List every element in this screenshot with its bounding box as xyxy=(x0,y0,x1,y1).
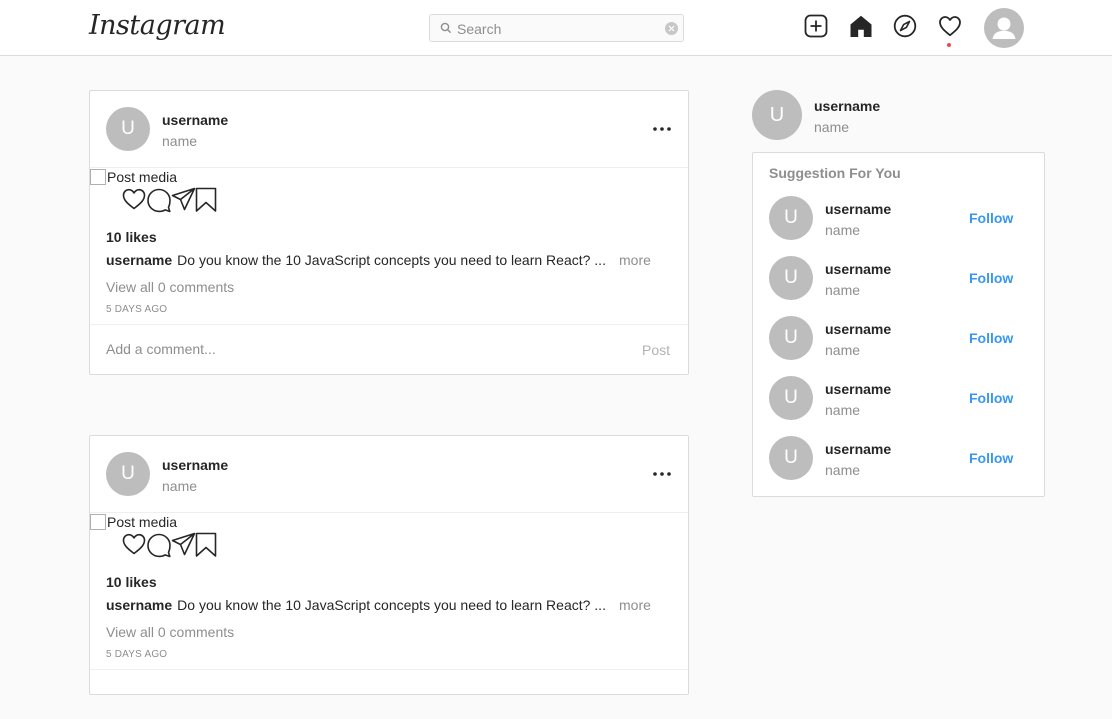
comment-box xyxy=(90,669,688,719)
more-options-icon[interactable] xyxy=(653,127,671,131)
share-send-icon[interactable] xyxy=(171,187,196,211)
broken-image-icon xyxy=(90,514,106,530)
broken-image-icon xyxy=(90,169,106,185)
post-comment-button[interactable]: Post xyxy=(642,342,670,358)
follow-button[interactable]: Follow xyxy=(969,330,1013,346)
caption-username[interactable]: username xyxy=(106,252,172,268)
follow-button[interactable]: Follow xyxy=(969,450,1013,466)
feed-post: U username name Post media 10 likes user… xyxy=(89,90,689,375)
post-username[interactable]: username xyxy=(162,112,228,128)
avatar[interactable]: U xyxy=(769,256,813,300)
comment-bubble-icon[interactable] xyxy=(146,187,172,213)
post-media-alt: Post media xyxy=(107,514,178,530)
comment-box: Add a comment... Post xyxy=(90,324,688,374)
suggestions-title: Suggestion For You xyxy=(769,165,901,181)
save-bookmark-icon[interactable] xyxy=(195,187,217,213)
activity-heart-icon[interactable] xyxy=(938,14,962,38)
follow-button[interactable]: Follow xyxy=(969,390,1013,406)
suggestion-username[interactable]: username xyxy=(825,441,891,457)
current-username[interactable]: username xyxy=(814,98,880,114)
share-send-icon[interactable] xyxy=(171,532,196,556)
home-icon[interactable] xyxy=(849,14,873,38)
like-heart-icon[interactable] xyxy=(121,532,147,556)
search-input[interactable]: Search xyxy=(429,14,684,42)
comment-input[interactable]: Add a comment... xyxy=(106,341,216,357)
post-media-alt: Post media xyxy=(107,169,178,185)
suggestion-username[interactable]: username xyxy=(825,321,891,337)
follow-button[interactable]: Follow xyxy=(969,270,1013,286)
avatar[interactable]: U xyxy=(769,376,813,420)
clear-search-icon[interactable] xyxy=(665,22,678,35)
view-comments-link[interactable]: View all 0 comments xyxy=(106,624,234,640)
post-media-broken-image: Post media xyxy=(90,169,177,185)
post-header: U username name xyxy=(90,91,688,168)
post-media-broken-image: Post media xyxy=(90,514,177,530)
post-header: U username name xyxy=(90,436,688,513)
suggestion-name: name xyxy=(825,402,861,418)
follow-button[interactable]: Follow xyxy=(969,210,1013,226)
post-caption: username Do you know the 10 JavaScript co… xyxy=(106,597,606,613)
top-navigation-bar: Instagram Search xyxy=(0,0,1112,56)
caption-text: Do you know the 10 JavaScript concepts y… xyxy=(177,252,606,268)
post-timestamp: 5 DAYS AGO xyxy=(106,304,168,315)
avatar[interactable]: U xyxy=(106,107,150,151)
notification-dot xyxy=(947,43,951,47)
likes-count[interactable]: 10 likes xyxy=(106,229,157,245)
avatar[interactable]: U xyxy=(769,316,813,360)
suggestion-item: U username name Follow xyxy=(769,256,1029,300)
instagram-logo[interactable]: Instagram xyxy=(89,10,226,41)
post-name: name xyxy=(162,478,198,494)
more-link[interactable]: more xyxy=(619,597,651,613)
save-bookmark-icon[interactable] xyxy=(195,532,217,558)
post-username[interactable]: username xyxy=(162,457,228,473)
explore-compass-icon[interactable] xyxy=(893,14,917,38)
more-options-icon[interactable] xyxy=(653,472,671,476)
post-timestamp: 5 DAYS AGO xyxy=(106,649,168,660)
suggestion-item: U username name Follow xyxy=(769,376,1029,420)
suggestion-item: U username name Follow xyxy=(769,316,1029,360)
likes-count[interactable]: 10 likes xyxy=(106,574,157,590)
suggestion-username[interactable]: username xyxy=(825,261,891,277)
avatar[interactable]: U xyxy=(769,196,813,240)
avatar[interactable]: U xyxy=(106,452,150,496)
more-link[interactable]: more xyxy=(619,252,651,268)
search-placeholder: Search xyxy=(457,21,502,37)
caption-username[interactable]: username xyxy=(106,597,172,613)
comment-bubble-icon[interactable] xyxy=(146,532,172,558)
suggestion-name: name xyxy=(825,462,861,478)
current-name: name xyxy=(814,119,850,135)
view-comments-link[interactable]: View all 0 comments xyxy=(106,279,234,295)
post-caption: username Do you know the 10 JavaScript co… xyxy=(106,252,606,268)
suggestion-name: name xyxy=(825,282,861,298)
profile-avatar-icon[interactable] xyxy=(984,8,1024,48)
add-post-icon[interactable] xyxy=(804,14,828,38)
suggestion-username[interactable]: username xyxy=(825,381,891,397)
search-icon xyxy=(440,22,452,34)
suggestion-item: U username name Follow xyxy=(769,436,1029,480)
caption-text: Do you know the 10 JavaScript concepts y… xyxy=(177,597,606,613)
suggestion-username[interactable]: username xyxy=(825,201,891,217)
post-name: name xyxy=(162,133,198,149)
feed-post: U username name Post media 10 likes user… xyxy=(89,435,689,695)
suggestion-name: name xyxy=(825,342,861,358)
suggestion-name: name xyxy=(825,222,861,238)
suggestion-item: U username name Follow xyxy=(769,196,1029,240)
avatar[interactable]: U xyxy=(752,90,802,140)
user-silhouette-icon xyxy=(992,17,1016,39)
avatar[interactable]: U xyxy=(769,436,813,480)
suggestions-panel: Suggestion For You U username name Follo… xyxy=(752,152,1045,497)
like-heart-icon[interactable] xyxy=(121,187,147,211)
